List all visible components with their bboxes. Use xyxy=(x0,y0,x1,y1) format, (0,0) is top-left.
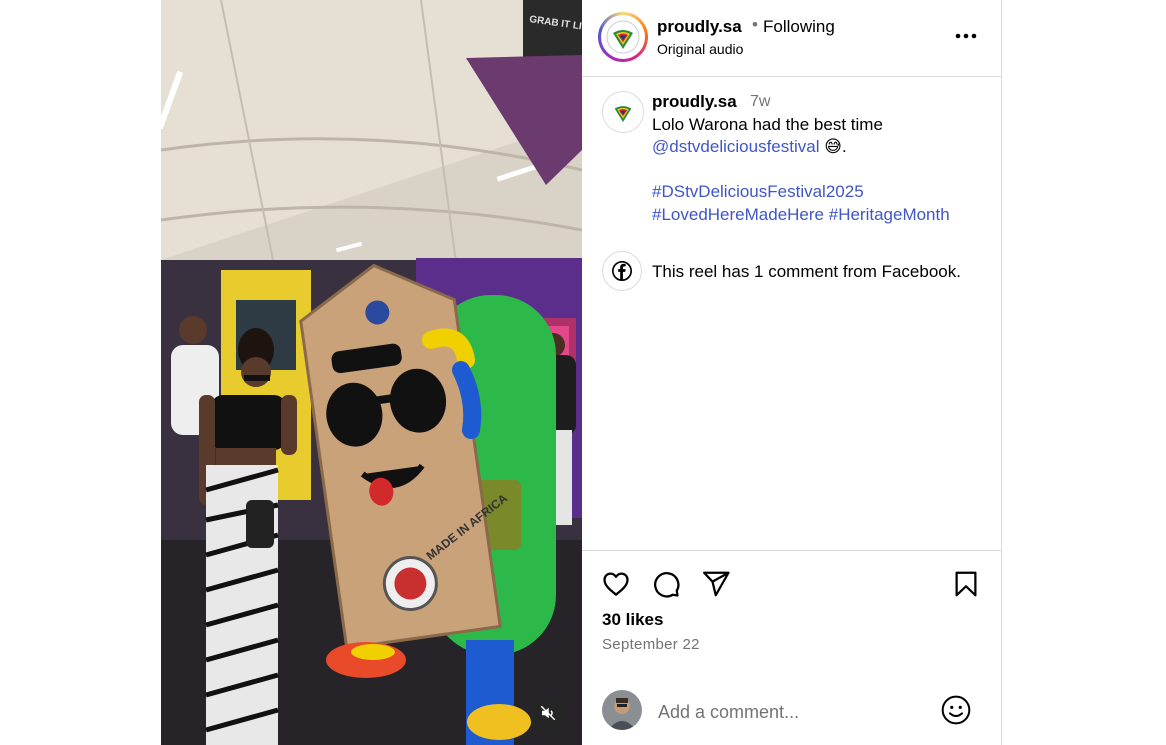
hashtag-line-2: #LovedHereMadeHere #HeritageMonth xyxy=(652,205,950,225)
caption-mention-suffix: 😅. xyxy=(819,137,847,156)
post-date[interactable]: September 22 xyxy=(602,636,700,653)
comment-input[interactable] xyxy=(656,698,930,726)
comment-icon[interactable] xyxy=(651,569,681,599)
proudly-sa-logo xyxy=(614,106,632,122)
caption-mention-line: @dstvdeliciousfestival 😅. xyxy=(652,137,847,157)
caption-author-avatar[interactable] xyxy=(602,91,644,133)
audio-link[interactable]: Original audio xyxy=(657,41,743,57)
hashtag-link[interactable]: #HeritageMonth xyxy=(829,205,950,224)
facebook-icon xyxy=(602,251,642,291)
share-icon[interactable] xyxy=(701,569,731,599)
likes-count[interactable]: 30 likes xyxy=(602,610,663,630)
muted-speaker-icon xyxy=(539,704,557,727)
author-avatar[interactable] xyxy=(598,12,648,62)
reel-video-frame: GRAB IT LIKE IT'S LOCAL. xyxy=(161,0,582,745)
heart-icon[interactable] xyxy=(601,569,631,599)
caption-timestamp[interactable]: 7w xyxy=(750,93,770,111)
separator-dot: • xyxy=(752,15,758,34)
following-button[interactable]: Following xyxy=(763,17,835,37)
current-user-avatar xyxy=(602,690,642,730)
bookmark-icon[interactable] xyxy=(951,569,981,599)
divider xyxy=(582,550,1001,551)
facebook-comment-note: This reel has 1 comment from Facebook. xyxy=(652,262,961,281)
mute-toggle-button[interactable] xyxy=(530,697,566,733)
proudly-sa-logo xyxy=(606,20,640,54)
post-header: proudly.sa • Following Original audio xyxy=(582,0,1001,77)
mention-link[interactable]: @dstvdeliciousfestival xyxy=(652,137,820,156)
author-username[interactable]: proudly.sa xyxy=(657,17,742,37)
reel-video[interactable]: GRAB IT LIKE IT'S LOCAL. xyxy=(161,0,582,745)
caption-username[interactable]: proudly.sa xyxy=(652,92,737,112)
emoji-icon[interactable] xyxy=(940,694,972,726)
caption-text: Lolo Warona had the best time xyxy=(652,115,883,134)
hashtag-link[interactable]: #DStvDeliciousFestival2025 xyxy=(652,182,864,201)
hashtag-link[interactable]: #LovedHereMadeHere xyxy=(652,205,824,224)
more-options-icon[interactable] xyxy=(954,26,978,46)
post-details-panel: proudly.sa • Following Original audio pr… xyxy=(582,0,1002,745)
hashtag-line-1: #DStvDeliciousFestival2025 xyxy=(652,182,864,202)
